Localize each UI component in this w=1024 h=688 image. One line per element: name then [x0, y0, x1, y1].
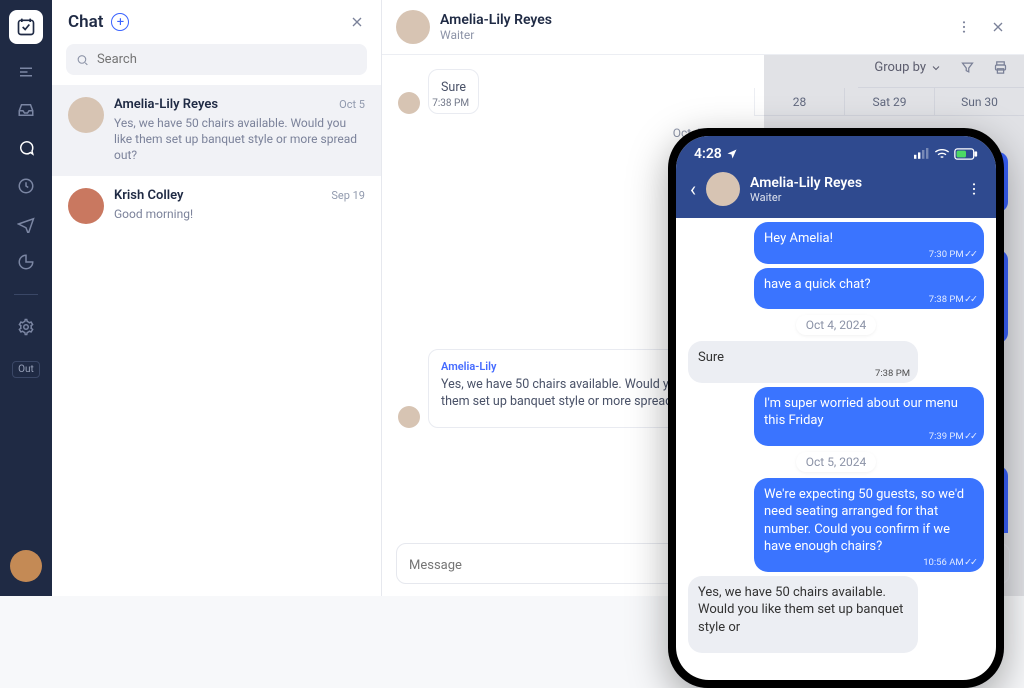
message-text: Yes, we have 50 chairs available. Would …: [698, 584, 908, 637]
back-icon[interactable]: ‹: [690, 177, 696, 201]
search-input[interactable]: [97, 52, 357, 67]
chat-item-date: Sep 19: [331, 189, 365, 202]
search-box[interactable]: [66, 44, 367, 75]
chat-list-item[interactable]: Krish Colley Sep 19 Good morning!: [52, 176, 381, 236]
more-icon[interactable]: [966, 181, 982, 197]
message-text: We're expecting 50 guests, so we'd need …: [764, 486, 974, 556]
signal-icon: [914, 148, 930, 160]
message-bubble[interactable]: Hey Amelia!7:30 PM: [754, 222, 984, 264]
chat-icon[interactable]: [16, 138, 36, 158]
date-separator: Oct 5, 2024: [796, 452, 877, 472]
message-bubble[interactable]: We're expecting 50 guests, so we'd need …: [754, 478, 984, 572]
avatar: [398, 92, 420, 114]
message-timestamp: 7:39 PM: [929, 431, 976, 444]
date-separator: Oct 4, 2024: [796, 315, 877, 335]
settings-icon[interactable]: [16, 317, 36, 337]
phone-chat-body[interactable]: Hey Amelia!7:30 PMhave a quick chat?7:38…: [676, 218, 996, 680]
message-bubble[interactable]: Yes, we have 50 chairs available. Would …: [688, 576, 918, 653]
phone-mockup: 4:28 ‹ Amelia-Lily Reyes Waiter Hey Amel…: [668, 128, 1004, 688]
message-bubble[interactable]: I'm super worried about our menu this Fr…: [754, 387, 984, 446]
message-row: Sure7:38 PM: [398, 69, 1008, 114]
clock-icon[interactable]: [16, 176, 36, 196]
message-bubble[interactable]: Sure7:38 PM: [688, 341, 918, 383]
chat-item-date: Oct 5: [339, 98, 365, 111]
inbox-icon[interactable]: [16, 100, 36, 120]
chat-list-item[interactable]: Amelia-Lily Reyes Oct 5 Yes, we have 50 …: [52, 85, 381, 176]
close-conversation-icon[interactable]: [986, 15, 1010, 39]
search-icon: [76, 53, 89, 67]
message-text: Hey Amelia!: [764, 230, 974, 248]
more-icon[interactable]: [952, 15, 976, 39]
out-badge[interactable]: Out: [12, 361, 40, 378]
message-timestamp: 7:38 PM: [929, 294, 976, 307]
location-icon: [726, 148, 738, 160]
message-text: Sure: [698, 349, 908, 367]
message-bubble[interactable]: Sure7:38 PM: [428, 69, 479, 114]
chat-item-name: Amelia-Lily Reyes: [114, 97, 218, 112]
message-timestamp: 7:38 PM: [432, 97, 469, 111]
message-timestamp: 10:56 AM: [923, 557, 976, 570]
phone-statusbar: 4:28: [676, 136, 996, 166]
message-text: I'm super worried about our menu this Fr…: [764, 395, 974, 430]
battery-icon: [954, 148, 978, 160]
avatar: [68, 97, 104, 133]
report-icon[interactable]: [16, 252, 36, 272]
message-timestamp: 7:38 PM: [875, 368, 910, 381]
conversation-role: Waiter: [440, 28, 552, 42]
chat-item-preview: Good morning!: [114, 206, 365, 222]
avatar: [706, 172, 740, 206]
message-text: have a quick chat?: [764, 276, 974, 294]
user-avatar[interactable]: [10, 550, 42, 582]
conversation-pane: Copy Publish (9) Create Group by 28 Sat …: [382, 0, 1024, 596]
phone-chat-role: Waiter: [750, 191, 862, 204]
conversation-header: Amelia-Lily Reyes Waiter: [382, 0, 1024, 55]
wifi-icon: [934, 148, 950, 160]
chat-title: Chat: [68, 12, 103, 32]
new-chat-button[interactable]: +: [111, 13, 129, 31]
avatar: [68, 188, 104, 224]
message-timestamp: 7:30 PM: [929, 249, 976, 262]
phone-time: 4:28: [694, 146, 722, 162]
message-text: Sure: [441, 80, 466, 97]
nav-rail: Out: [0, 0, 52, 596]
avatar: [396, 10, 430, 44]
close-chatlist-icon[interactable]: [349, 14, 365, 30]
sliders-icon[interactable]: [16, 62, 36, 82]
chat-item-preview: Yes, we have 50 chairs available. Would …: [114, 115, 365, 164]
chat-list-pane: Chat + Amelia-Lily Reyes Oct 5 Yes, we h…: [52, 0, 382, 596]
message-bubble[interactable]: have a quick chat?7:38 PM: [754, 268, 984, 310]
plane-icon[interactable]: [16, 214, 36, 234]
phone-chat-name: Amelia-Lily Reyes: [750, 175, 862, 191]
phone-chat-header: ‹ Amelia-Lily Reyes Waiter: [676, 166, 996, 218]
avatar: [398, 406, 420, 428]
conversation-name: Amelia-Lily Reyes: [440, 12, 552, 28]
app-logo[interactable]: [9, 10, 43, 44]
chat-item-name: Krish Colley: [114, 188, 183, 203]
